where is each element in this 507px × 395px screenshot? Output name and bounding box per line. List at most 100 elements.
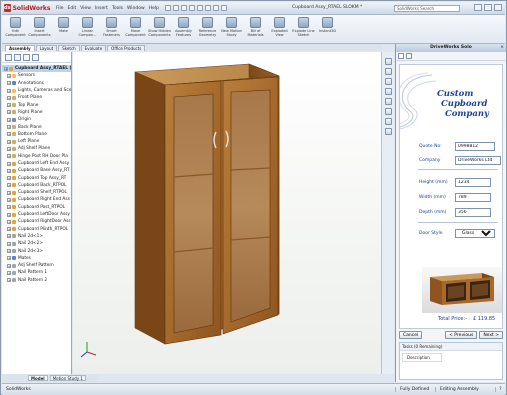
file-explorer-icon[interactable] (384, 78, 392, 85)
tree-node[interactable]: + Cupboard LeftDoor Assy (2, 211, 71, 218)
expand-icon[interactable]: + (7, 249, 11, 254)
tree-node[interactable]: + Top Plane (2, 101, 71, 108)
help-icon[interactable]: ? (495, 387, 505, 392)
graphics-area[interactable] (73, 52, 381, 374)
configuration-manager-icon[interactable] (23, 53, 30, 61)
rebuild-icon[interactable] (212, 5, 219, 11)
options-icon[interactable] (220, 5, 227, 11)
instant3d-button[interactable]: Instant3D (316, 17, 339, 33)
tab-model[interactable]: Model (28, 375, 48, 381)
bom-button[interactable]: Bill of Materials (244, 17, 267, 37)
expand-icon[interactable]: + (7, 176, 11, 181)
tree-node[interactable]: + Nail Pattern 2 (2, 277, 71, 284)
expand-icon[interactable]: + (7, 270, 11, 275)
expand-icon[interactable]: + (7, 168, 11, 173)
expand-icon[interactable]: + (7, 190, 11, 195)
menu-item-insert[interactable]: Insert (95, 6, 108, 11)
reference-geometry-button[interactable]: Reference Geometry (196, 17, 219, 37)
tab-layout[interactable]: Layout (35, 44, 58, 51)
door-style-select[interactable]: Glass (455, 229, 495, 238)
menu-item-edit[interactable]: Edit (68, 6, 77, 11)
expand-icon[interactable]: + (4, 66, 8, 71)
expand-icon[interactable]: + (7, 125, 11, 130)
expand-icon[interactable]: + (7, 219, 11, 224)
tree-node[interactable]: + Nail 2d<2> (2, 240, 71, 247)
expand-icon[interactable]: + (7, 88, 11, 93)
tree-node[interactable]: + Cupboard Assy_RTAEL (De (2, 65, 71, 73)
tree-node[interactable]: + Mates (2, 255, 71, 262)
tree-node[interactable]: + Bottom Plane (2, 131, 71, 138)
tree-node[interactable]: + Adj Shelf Pattern (2, 262, 71, 269)
tab-motion-study-1[interactable]: Motion Study 1 (49, 375, 86, 381)
expand-icon[interactable]: + (7, 132, 11, 137)
mate-button[interactable]: Mate (52, 17, 75, 33)
expand-icon[interactable]: + (7, 146, 11, 151)
tree-node[interactable]: + Cupboard Plinth_RTPOL (2, 226, 71, 233)
home-icon[interactable] (398, 53, 404, 59)
tree-node[interactable]: + Cupboard Post_RTPOL (2, 204, 71, 211)
new-icon[interactable] (164, 5, 171, 11)
expand-icon[interactable]: + (7, 110, 11, 115)
next-button[interactable]: Next > (479, 331, 503, 339)
edit-component-button[interactable]: Edit Component (4, 17, 27, 37)
menu-item-help[interactable]: Help (149, 6, 159, 11)
expand-icon[interactable]: + (7, 212, 11, 217)
expand-icon[interactable]: + (7, 263, 11, 268)
menu-item-window[interactable]: Window (127, 6, 145, 11)
tab-office-products[interactable]: Office Products (107, 44, 146, 51)
tree-node[interactable]: + Nail 2d<3> (2, 247, 71, 254)
expand-icon[interactable]: + (7, 117, 11, 122)
tree-node[interactable]: + Left Plane (2, 138, 71, 145)
view-palette-icon[interactable] (384, 98, 392, 105)
custom-properties-icon[interactable] (384, 118, 392, 125)
expand-icon[interactable]: + (7, 161, 11, 166)
menu-item-view[interactable]: View (80, 6, 91, 11)
assembly-features-button[interactable]: Assembly Features (172, 17, 195, 37)
tree-node[interactable]: + Front Plane (2, 94, 71, 101)
motion-study-button[interactable]: New Motion Study (220, 17, 243, 37)
tree-node[interactable]: + Cupboard RightDoor Ass (2, 218, 71, 225)
close-icon[interactable] (494, 4, 502, 11)
explode-line-button[interactable]: Explode Line Sketch (292, 17, 315, 37)
tree-node[interactable]: + Nail Pattern 1 (2, 269, 71, 276)
expand-icon[interactable]: + (7, 95, 11, 100)
expand-icon[interactable]: + (7, 103, 11, 108)
depth-field[interactable] (455, 208, 491, 217)
expand-icon[interactable]: + (7, 154, 11, 159)
expand-icon[interactable]: + (7, 278, 11, 283)
print-icon[interactable] (188, 5, 195, 11)
previous-button[interactable]: < Previous (445, 331, 478, 339)
open-icon[interactable] (172, 5, 179, 11)
tree-node[interactable]: + Cupboard Back_RTPOL (2, 182, 71, 189)
move-component-button[interactable]: Move Component (124, 17, 147, 37)
tree-node[interactable]: + Cupboard Left End Assy (2, 160, 71, 167)
linear-pattern-button[interactable]: Linear Compon... (76, 17, 99, 37)
menu-item-file[interactable]: File (56, 6, 64, 11)
tab-sketch[interactable]: Sketch (58, 44, 80, 51)
company-field[interactable] (455, 156, 501, 165)
tree-node[interactable]: + Cupboard Top Assy_RT (2, 174, 71, 181)
refresh-icon[interactable] (406, 53, 412, 59)
tree-node[interactable]: + Hinge Post RH Door Pla (2, 153, 71, 160)
height-field[interactable] (455, 178, 491, 187)
tree-node[interactable]: + Origin (2, 116, 71, 123)
expand-icon[interactable]: + (7, 205, 11, 210)
search-input[interactable]: SolidWorks Search (394, 5, 460, 12)
insert-components-button[interactable]: Insert Components (28, 17, 51, 37)
expand-icon[interactable]: + (7, 183, 11, 188)
quote-field[interactable] (455, 142, 495, 151)
panel-close-icon[interactable]: × (500, 44, 504, 52)
resources-icon[interactable] (384, 58, 392, 65)
property-manager-icon[interactable] (14, 53, 21, 61)
feature-tree-icon[interactable] (5, 53, 12, 61)
menu-item-tools[interactable]: Tools (112, 6, 123, 11)
undo-icon[interactable] (196, 5, 203, 11)
expand-icon[interactable]: + (7, 256, 11, 261)
tree-node[interactable]: + Adj Shelf Plane (2, 145, 71, 152)
tree-node[interactable]: + Nail 2d<1> (2, 233, 71, 240)
maximize-icon[interactable] (484, 4, 492, 11)
tree-node[interactable]: + Cupboard Right End Ass (2, 196, 71, 203)
expand-icon[interactable]: + (7, 241, 11, 246)
driveworks-icon[interactable] (384, 128, 392, 135)
tree-node[interactable]: + Cupboard Shelf_RTPOL (2, 189, 71, 196)
